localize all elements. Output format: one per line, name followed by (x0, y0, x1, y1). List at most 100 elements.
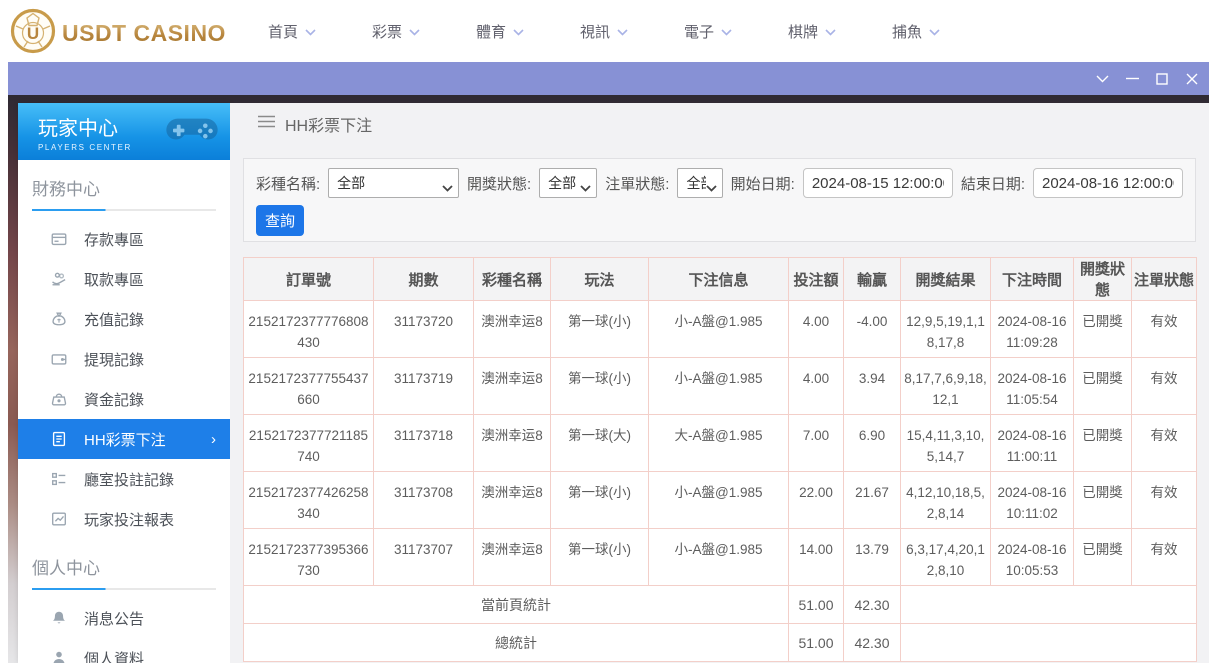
window-close-icon[interactable] (1177, 62, 1207, 95)
nav-item-board[interactable]: 棋牌 (760, 0, 864, 62)
wallet-icon (50, 350, 68, 368)
table-cell: 有效 (1132, 529, 1197, 586)
page-title: HH彩票下注 (285, 112, 372, 136)
sidebar-item-funds-records[interactable]: 資金記錄 (18, 379, 230, 419)
filter-panel: 彩種名稱: 全部 開獎狀態: 全部 注單狀態: 全部 (243, 158, 1196, 242)
table-cell: 第一球(大) (551, 415, 649, 472)
table-cell: 31173718 (374, 415, 474, 472)
window-dropdown-icon[interactable] (1087, 62, 1117, 95)
money-bag-icon (50, 310, 68, 328)
window-body: 玩家中心 PLAYERS CENTER (8, 95, 1209, 663)
nav-item-label: 視訊 (580, 21, 610, 42)
sidebar-item-hh-lottery-bets[interactable]: HH彩票下注› (18, 419, 230, 459)
summary-empty-cell (901, 586, 1197, 624)
nav-item-video[interactable]: 視訊 (552, 0, 656, 62)
lottery-name-label: 彩種名稱: (256, 173, 320, 194)
site-logo[interactable]: U USDT CASINO (10, 8, 226, 59)
draw-status-select[interactable]: 全部 (539, 168, 597, 198)
window-maximize-icon[interactable] (1147, 62, 1177, 95)
sidebar-item-withdraw[interactable]: 取款專區 (18, 259, 230, 299)
nav-item-label: 首頁 (268, 21, 298, 42)
logo-text: USDT CASINO (62, 20, 226, 47)
table-cell: 2152172377395366730 (244, 529, 374, 586)
main-nav: 首頁 彩票體育 視訊 電子棋牌 捕魚 (240, 0, 968, 62)
chevron-down-icon (409, 23, 420, 40)
casino-ball-logo-icon: U (10, 8, 56, 59)
sidebar-item-deposit[interactable]: 存款專區 (18, 219, 230, 259)
table-cell: 6,3,17,4,20,12,8,10 (901, 529, 991, 586)
section-title: 個人中心 (32, 554, 216, 579)
sidebar-menu: 存款專區取款專區充值記錄提現記錄資金記錄 HH彩票下注›廳室投註記錄玩家投注報表 (18, 219, 230, 539)
sidebar-item-withdrawal-records[interactable]: 提現記錄 (18, 339, 230, 379)
table-cell: 2024-08-16 11:05:54 (991, 358, 1074, 415)
table-cell: 已開獎 (1074, 472, 1132, 529)
sidebar-item-label: 取款專區 (84, 269, 144, 290)
draw-status-label: 開獎狀態: (467, 173, 531, 194)
table-cell: 14.00 (789, 529, 844, 586)
table-cell: 2152172377426258340 (244, 472, 374, 529)
table-cell: 澳洲幸运8 (474, 415, 551, 472)
summary-label: 當前頁統計 (244, 586, 789, 624)
table-cell: 已開獎 (1074, 529, 1132, 586)
svg-text:U: U (27, 24, 39, 43)
nav-item-lottery[interactable]: 彩票 (344, 0, 448, 62)
section-rule (32, 209, 216, 211)
table-cell: 12,9,5,19,1,18,17,8 (901, 301, 991, 358)
order-status-select[interactable]: 全部 (677, 168, 722, 198)
sidebar-item-label: 充值記錄 (84, 309, 144, 330)
table-cell: 4.00 (789, 358, 844, 415)
section-title: 財務中心 (32, 175, 216, 200)
lottery-name-select[interactable]: 全部 (328, 168, 459, 198)
table-cell: 21.67 (844, 472, 901, 529)
nav-item-home[interactable]: 首頁 (240, 0, 344, 62)
sidebar-item-profile[interactable]: 個人資料 (18, 638, 230, 663)
window-minimize-icon[interactable] (1117, 62, 1147, 95)
sidebar-item-announcements[interactable]: 消息公告 (18, 598, 230, 638)
nav-item-sports[interactable]: 體育 (448, 0, 552, 62)
column-header: 玩法 (551, 258, 649, 301)
summary-row: 總統計51.0042.30 (244, 624, 1197, 662)
chart-icon (50, 510, 68, 528)
sidebar-item-label: 資金記錄 (84, 389, 144, 410)
summary-empty-cell (901, 624, 1197, 662)
table-cell: 澳洲幸运8 (474, 301, 551, 358)
column-header: 彩種名稱 (474, 258, 551, 301)
table-cell: 小-A盤@1.985 (649, 529, 789, 586)
nav-item-label: 捕魚 (892, 21, 922, 42)
table-cell: 31173707 (374, 529, 474, 586)
table-cell: 2024-08-16 10:11:02 (991, 472, 1074, 529)
card-icon (50, 230, 68, 248)
table-cell: 31173720 (374, 301, 474, 358)
sidebar-item-label: 玩家投注報表 (84, 509, 174, 530)
sidebar-item-hall-bet-records[interactable]: 廳室投註記錄 (18, 459, 230, 499)
sidebar-item-label: 提現記錄 (84, 349, 144, 370)
table-cell: 2152172377755437660 (244, 358, 374, 415)
table-cell: 已開獎 (1074, 415, 1132, 472)
section-rule (32, 588, 216, 590)
table-cell: 31173708 (374, 472, 474, 529)
sidebar: 玩家中心 PLAYERS CENTER (18, 103, 230, 663)
table-cell: 2024-08-16 10:05:53 (991, 529, 1074, 586)
start-date-input[interactable] (803, 168, 953, 198)
main-content: HH彩票下注 彩種名稱: 全部 開獎狀態: 全部 (230, 103, 1209, 663)
table-cell: 2024-08-16 11:09:28 (991, 301, 1074, 358)
nav-item-fishing[interactable]: 捕魚 (864, 0, 968, 62)
column-header: 下注時間 (991, 258, 1074, 301)
sidebar-item-player-bet-report[interactable]: 玩家投注報表 (18, 499, 230, 539)
table-cell: -4.00 (844, 301, 901, 358)
window-titlebar (8, 62, 1209, 95)
hamburger-icon[interactable] (258, 115, 275, 133)
query-button[interactable]: 查詢 (256, 205, 304, 236)
table-cell: 有效 (1132, 415, 1197, 472)
sidebar-item-recharge-records[interactable]: 充值記錄 (18, 299, 230, 339)
table-cell: 已開獎 (1074, 358, 1132, 415)
sidebar-sections: 財務中心存款專區取款專區充值記錄提現記錄資金記錄 HH彩票下注›廳室投註記錄玩家投… (18, 175, 230, 663)
column-header: 訂單號 (244, 258, 374, 301)
end-date-input[interactable] (1033, 168, 1183, 198)
order-status-label: 注單狀態: (605, 173, 669, 194)
table-row: 215217237739536673031173707澳洲幸运8第一球(小)小-… (244, 529, 1197, 586)
nav-item-slots[interactable]: 電子 (656, 0, 760, 62)
chevron-down-icon (617, 23, 628, 40)
sidebar-header: 玩家中心 PLAYERS CENTER (18, 103, 230, 160)
chevron-down-icon (513, 23, 524, 40)
